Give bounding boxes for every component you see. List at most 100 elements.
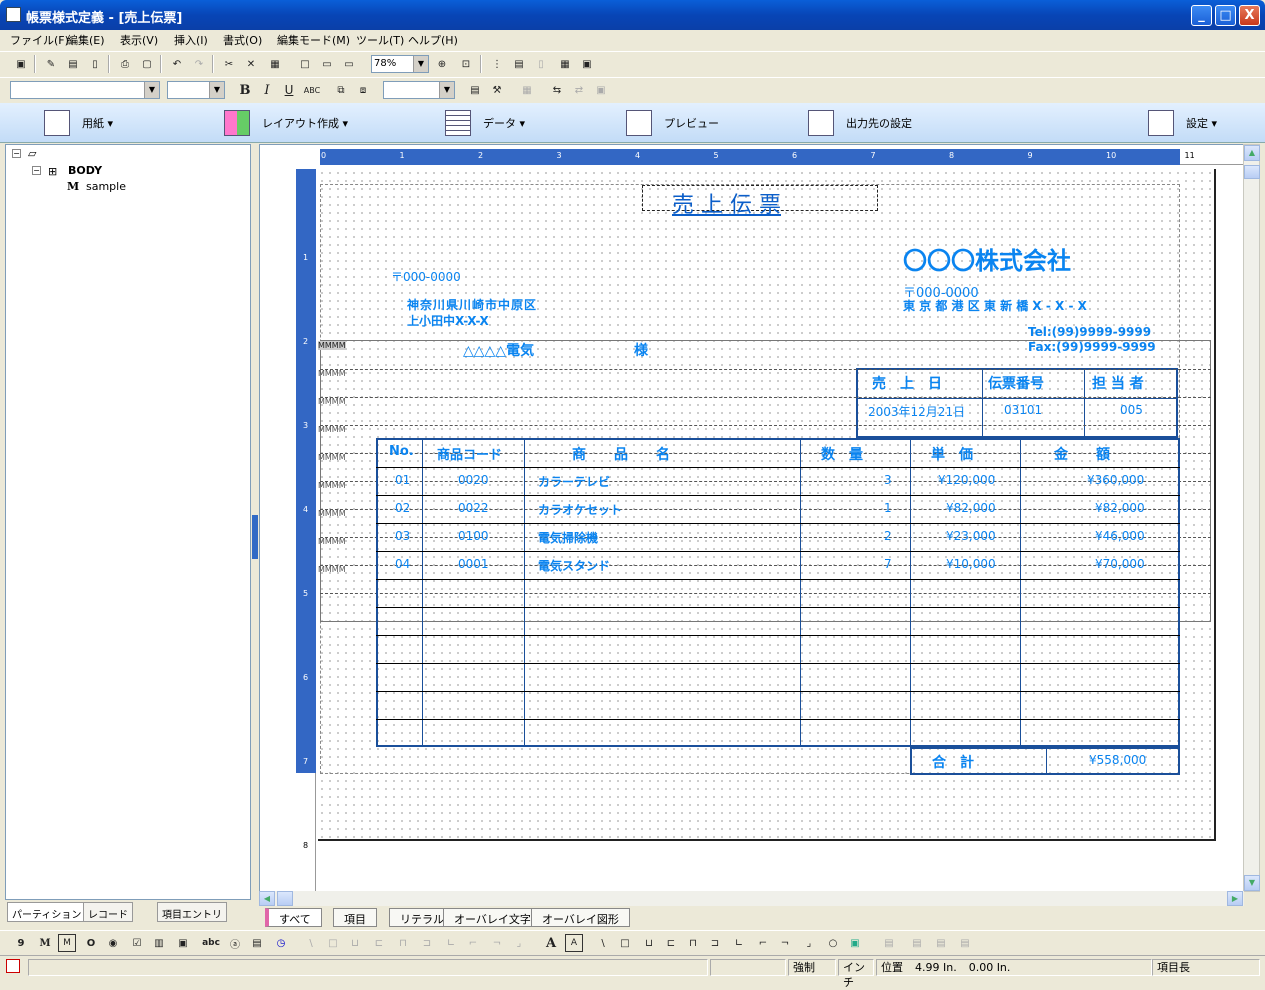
design-canvas[interactable]: 0 1 2 3 4 5 6 7 8 9 10 11 12345678 売 上 伝 票 〒000-000… xyxy=(259,144,1244,892)
tab-items[interactable]: 項目 xyxy=(333,908,377,927)
vertical-scrollbar[interactable]: ▲ ▼ xyxy=(1243,144,1260,892)
layout-button[interactable]: レイアウト作成 ▾ xyxy=(224,109,348,137)
scroll-right-icon[interactable]: ▶ xyxy=(1227,891,1243,906)
shape-disabled-icon-5[interactable]: ⊐ xyxy=(418,934,436,952)
row-4-qty[interactable]: 7 xyxy=(884,557,892,571)
company-address[interactable]: 東 京 都 港 区 東 新 橋 X - X - X xyxy=(903,297,1087,314)
spreadsheet-icon[interactable]: ▦ xyxy=(556,55,574,73)
color-icon[interactable]: ▤ xyxy=(466,81,484,99)
menu-edit[interactable]: 編集(E) xyxy=(67,32,105,48)
tree-body[interactable]: BODY xyxy=(68,164,102,177)
value-staff[interactable]: 005 xyxy=(1120,403,1143,417)
right-bracket-icon[interactable]: ⊐ xyxy=(706,934,724,952)
box-icon[interactable]: ⧉ xyxy=(332,81,350,99)
value-slip-number[interactable]: 03101 xyxy=(1004,403,1042,417)
tab-item-entry[interactable]: 項目エントリ xyxy=(157,902,227,922)
row-2-code[interactable]: 0022 xyxy=(458,501,489,515)
horizontal-scrollbar[interactable]: ◀ ▶ xyxy=(259,891,1244,906)
undo-icon[interactable]: ↶ xyxy=(168,55,186,73)
menu-tools[interactable]: ツール(T) xyxy=(356,32,404,48)
row-1-no[interactable]: 01 xyxy=(395,473,410,487)
radio-icon[interactable]: ◉ xyxy=(104,934,122,952)
customer-zip[interactable]: 〒000-0000 xyxy=(391,268,461,285)
minimize-button[interactable]: _ xyxy=(1191,5,1212,26)
row-3-qty[interactable]: 2 xyxy=(884,529,892,543)
literal-boxed-icon[interactable]: ⓐ xyxy=(226,934,244,952)
row-1-name[interactable]: カラーテレビ xyxy=(538,473,610,490)
checkbox-icon[interactable]: ☑ xyxy=(128,934,146,952)
redo-icon[interactable]: ↷ xyxy=(190,55,208,73)
grid-icon[interactable]: ⋮ xyxy=(488,55,506,73)
row-2-amount[interactable]: ¥82,000 xyxy=(1095,501,1145,515)
field-mark[interactable]: MMMM xyxy=(318,537,346,546)
field-mark[interactable]: MMMM xyxy=(318,565,346,574)
row-4-amount[interactable]: ¥70,000 xyxy=(1095,557,1145,571)
cap-icon[interactable]: ⊓ xyxy=(684,934,702,952)
scroll-up-icon[interactable]: ▲ xyxy=(1244,145,1260,161)
detail-table[interactable] xyxy=(376,438,1180,747)
company-fax[interactable]: Fax:(99)9999-9999 xyxy=(1028,340,1156,354)
cut-icon[interactable]: ✂ xyxy=(220,55,238,73)
data-button[interactable]: データ ▾ xyxy=(445,109,525,137)
left-bracket-icon[interactable]: ⊏ xyxy=(662,934,680,952)
shape-disabled-icon-6[interactable]: ∟ xyxy=(442,934,460,952)
settings-button[interactable]: 設定 ▾ xyxy=(1148,109,1217,137)
shape-disabled-icon-2[interactable]: ⊔ xyxy=(346,934,364,952)
hscroll-thumb[interactable] xyxy=(277,891,293,906)
row-3-name[interactable]: 電気掃除機 xyxy=(538,529,598,546)
value-sales-date[interactable]: 2003年12月21日 xyxy=(868,403,965,420)
tree-collapse-icon[interactable]: − xyxy=(12,149,21,158)
cup-icon[interactable]: ⊔ xyxy=(640,934,658,952)
scroll-thumb[interactable] xyxy=(1244,165,1260,179)
list-disabled-icon[interactable]: ▤ xyxy=(880,934,898,952)
corner-tr-icon[interactable]: ¬ xyxy=(776,934,794,952)
bold-icon[interactable]: B xyxy=(236,81,254,99)
row-2-name[interactable]: カラオケセット xyxy=(538,501,622,518)
image-field-icon[interactable]: ▣ xyxy=(174,934,192,952)
output-settings-button[interactable]: 出力先の設定 xyxy=(808,109,912,137)
print-preview-icon[interactable]: ▢ xyxy=(138,55,156,73)
tab-overlay-shape[interactable]: オーバレイ図形 xyxy=(531,908,630,927)
italic-icon[interactable]: I xyxy=(258,81,276,99)
row-3-price[interactable]: ¥23,000 xyxy=(946,529,996,543)
table-literal-icon[interactable]: ▤ xyxy=(248,934,266,952)
company-tel[interactable]: Tel:(99)9999-9999 xyxy=(1028,325,1151,339)
open-icon[interactable]: ▤ xyxy=(64,55,82,73)
line-disabled-icon[interactable]: \ xyxy=(302,934,320,952)
format-painter-icon[interactable]: ⚒ xyxy=(488,81,506,99)
row-4-code[interactable]: 0001 xyxy=(458,557,489,571)
corner-bl-icon[interactable]: ∟ xyxy=(730,934,748,952)
row-1-amount[interactable]: ¥360,000 xyxy=(1087,473,1144,487)
overlay-boxed-text-icon[interactable]: A xyxy=(565,934,583,952)
picture-icon[interactable]: ▣ xyxy=(846,934,864,952)
row-1-code[interactable]: 0020 xyxy=(458,473,489,487)
text-field-icon[interactable]: M xyxy=(36,934,54,952)
row-4-no[interactable]: 04 xyxy=(395,557,410,571)
menu-format[interactable]: 書式(O) xyxy=(223,32,262,48)
print-icon[interactable]: ⎙ xyxy=(116,55,134,73)
literal-text-icon[interactable]: abc xyxy=(202,934,220,952)
edit-icon[interactable]: ✎ xyxy=(42,55,60,73)
shape-disabled-icon[interactable]: □ xyxy=(324,934,342,952)
row-1-price[interactable]: ¥120,000 xyxy=(938,473,995,487)
clock-icon[interactable]: ◷ xyxy=(272,934,290,952)
numeric-field-icon[interactable]: 9 xyxy=(12,934,30,952)
shape-disabled-icon-3[interactable]: ⊏ xyxy=(370,934,388,952)
tab-record[interactable]: レコード xyxy=(83,902,133,922)
row-4-price[interactable]: ¥10,000 xyxy=(946,557,996,571)
menu-help[interactable]: ヘルプ(H) xyxy=(408,32,458,48)
row-3-no[interactable]: 03 xyxy=(395,529,410,543)
scroll-down-icon[interactable]: ▼ xyxy=(1244,875,1260,891)
boxed-field-icon[interactable]: M xyxy=(58,934,76,952)
stack-disabled-icon-3[interactable]: ▤ xyxy=(956,934,974,952)
row-2-price[interactable]: ¥82,000 xyxy=(946,501,996,515)
window-icon[interactable]: ▣ xyxy=(578,55,596,73)
field-mark[interactable]: MMMM xyxy=(318,397,346,406)
body-collapse-icon[interactable]: − xyxy=(32,166,41,175)
zoom-icon[interactable]: ⊕ xyxy=(433,55,451,73)
menu-view[interactable]: 表示(V) xyxy=(120,32,158,48)
stack-disabled-icon-2[interactable]: ▤ xyxy=(932,934,950,952)
save-icon[interactable]: ▣ xyxy=(12,55,30,73)
zoom-fit-icon[interactable]: ⊡ xyxy=(457,55,475,73)
menu-edit-mode[interactable]: 編集モード(M) xyxy=(277,32,350,48)
